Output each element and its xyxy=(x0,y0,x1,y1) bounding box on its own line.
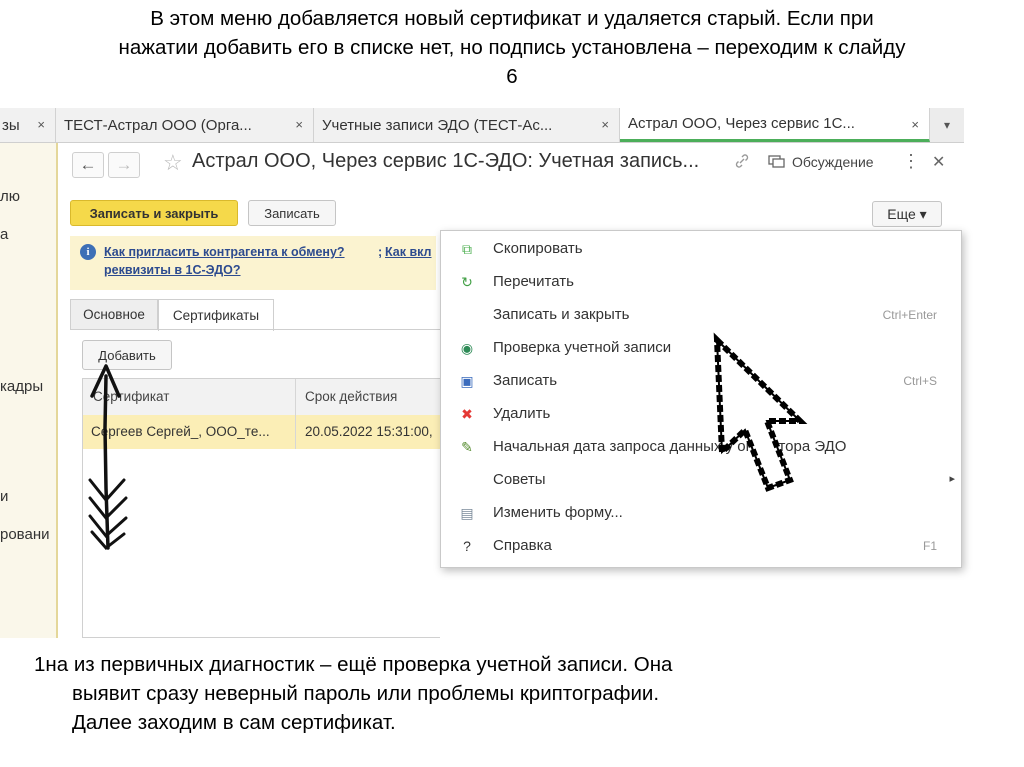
app-screenshot: лю а кадры и ровани зы × ТЕСТ-Астрал ООО… xyxy=(0,108,1024,638)
slide-title-line-3: 6 xyxy=(506,65,518,88)
slide-title-line-1: В этом меню добавляется новый сертификат… xyxy=(150,7,874,30)
mouse-cursor-annotation xyxy=(713,332,808,492)
slide-title: В этом меню добавляется новый сертификат… xyxy=(0,4,1024,91)
caption-line-2: выявит сразу неверный пароль или проблем… xyxy=(72,682,660,705)
slide-title-line-2: нажатии добавить его в списке нет, но по… xyxy=(118,36,906,59)
up-arrow-annotation xyxy=(88,364,128,551)
caption-line-1: 1на из первичных диагностик – ещё провер… xyxy=(34,653,673,676)
annotation-overlay xyxy=(88,332,808,551)
caption-line-3: Далее заходим в сам сертификат. xyxy=(72,711,396,734)
